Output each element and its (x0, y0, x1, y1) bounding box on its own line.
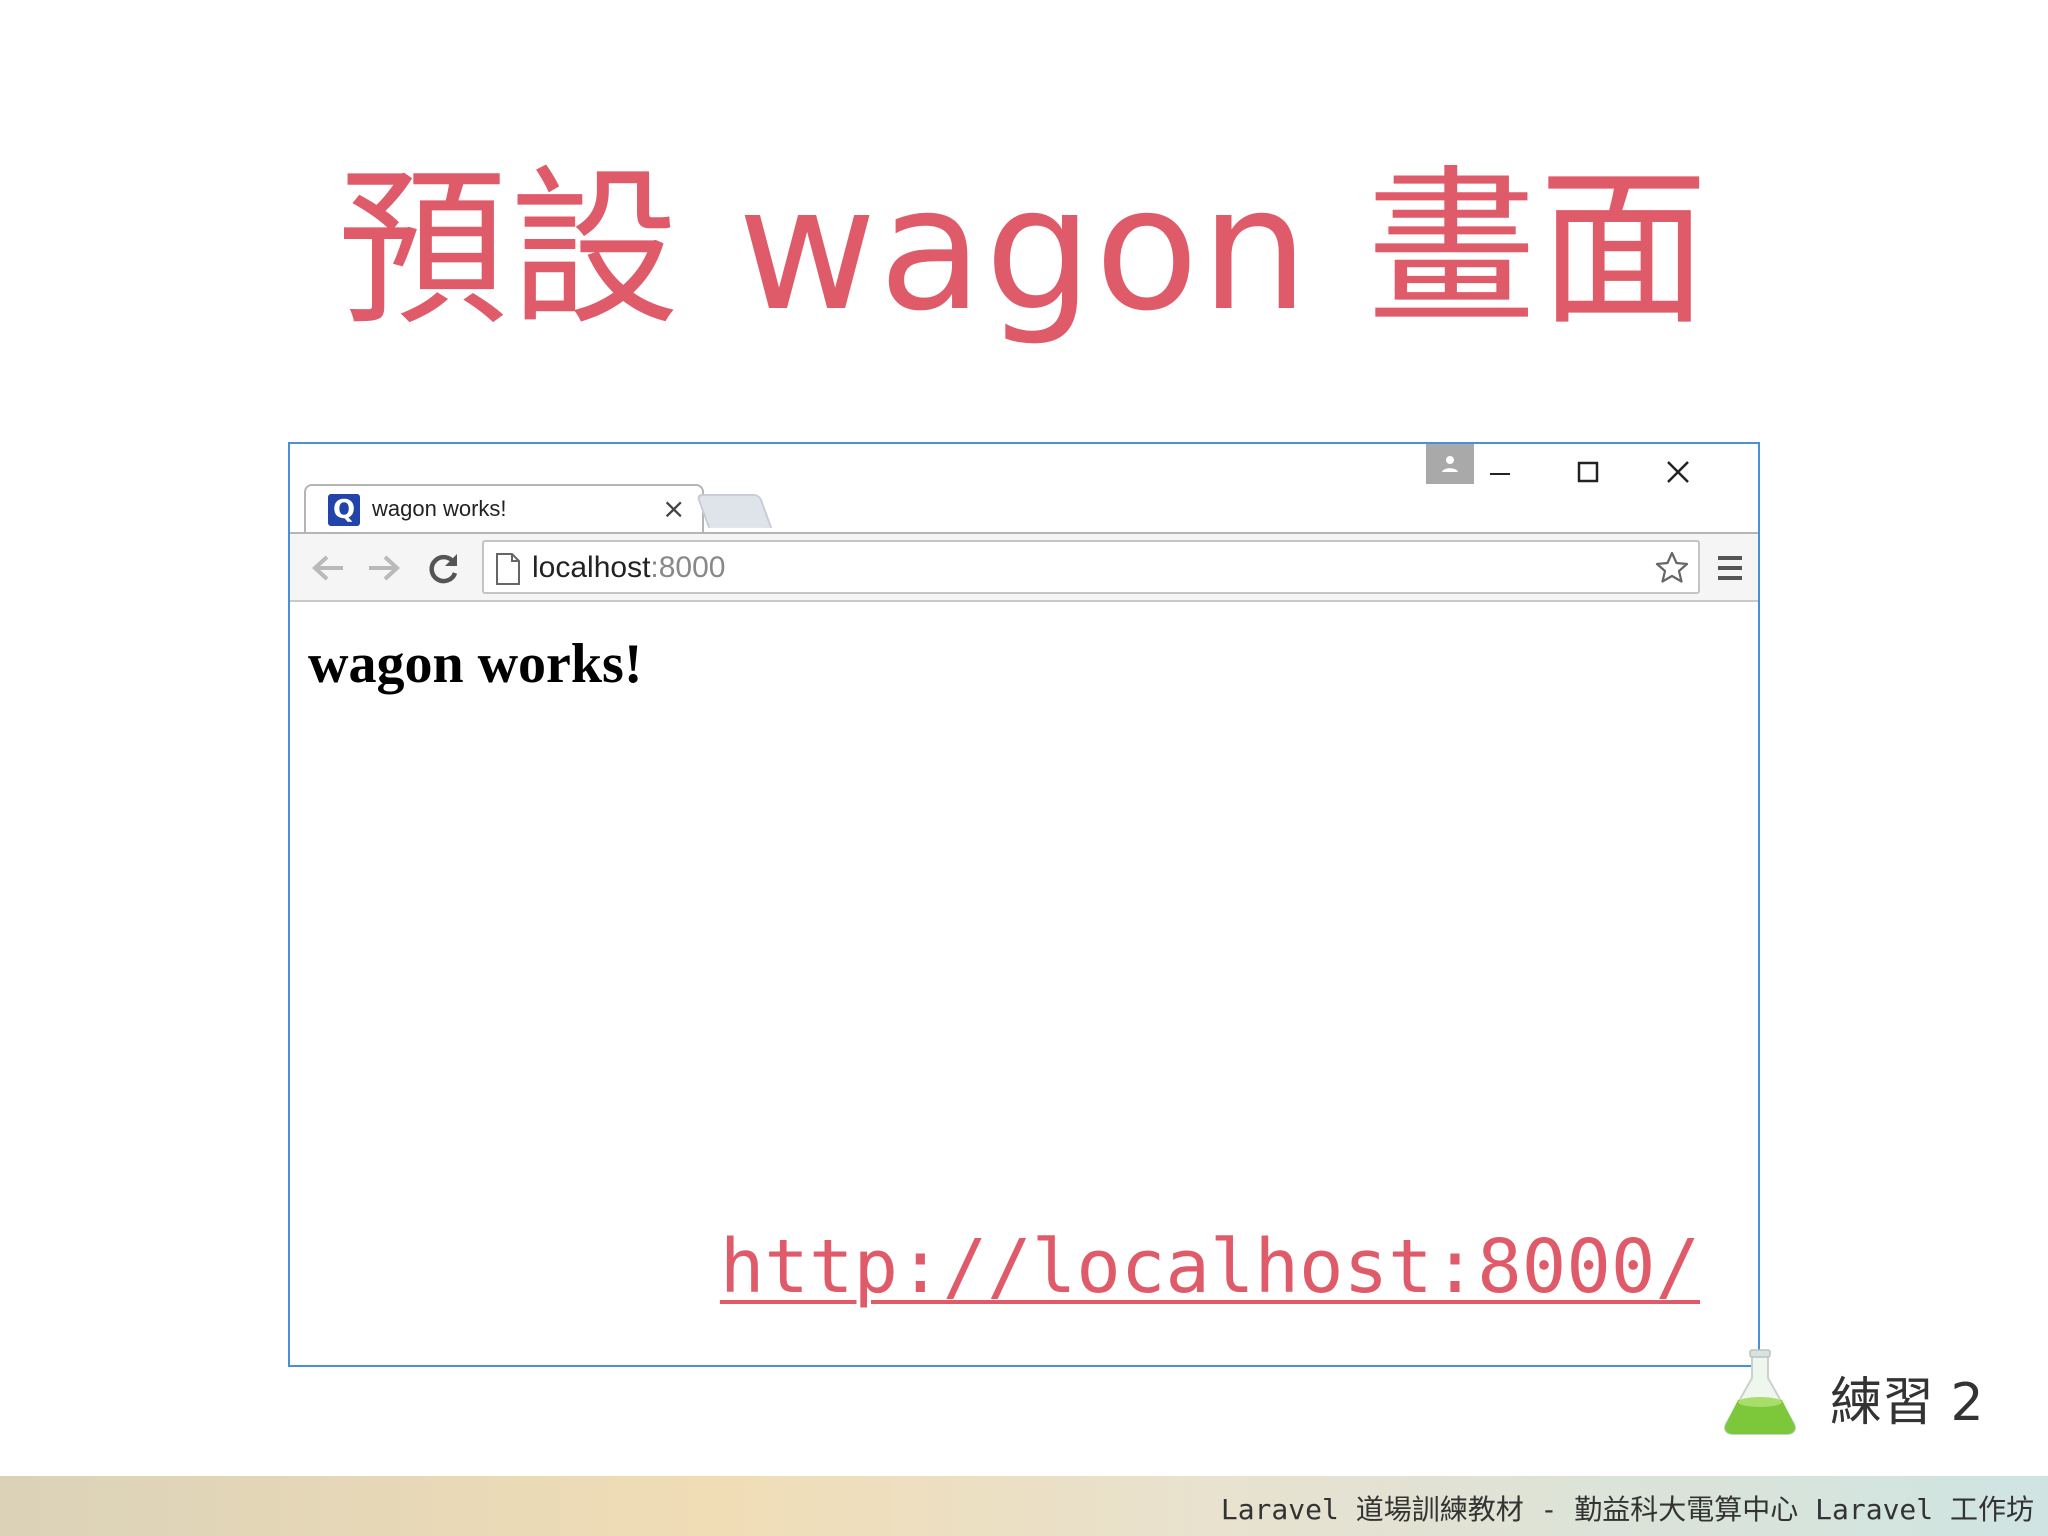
forward-arrow-icon[interactable] (360, 544, 408, 592)
exercise-label: 練習 2 (1830, 1373, 1984, 1433)
tab-title: wagon works! (372, 496, 507, 521)
profile-icon[interactable] (1426, 444, 1474, 484)
favicon-icon: Q (328, 494, 360, 526)
minimize-icon[interactable] (1470, 452, 1530, 492)
localhost-link[interactable]: http://localhost:8000/ (720, 1224, 1700, 1310)
bookmark-star-icon[interactable] (1654, 550, 1690, 586)
page-heading: wagon works! (308, 633, 643, 695)
url-port: :8000 (650, 551, 726, 584)
url-host: localhost (532, 551, 651, 584)
tab-wagon-works[interactable]: Q wagon works! × (304, 484, 704, 534)
tab-close-icon[interactable]: × (662, 492, 685, 525)
browser-titlebar: Q wagon works! × (290, 444, 1758, 534)
reload-icon[interactable] (420, 544, 468, 592)
footer-bar: Laravel 道場訓練教材 - 勤益科大電算中心 Laravel 工作坊 (0, 1476, 2048, 1536)
page-icon (496, 553, 520, 585)
back-arrow-icon[interactable] (304, 544, 352, 592)
maximize-icon[interactable] (1558, 452, 1618, 492)
flask-icon (1723, 1349, 1797, 1435)
footer-text: Laravel 道場訓練教材 - 勤益科大電算中心 Laravel 工作坊 (1220, 1493, 2034, 1526)
slide-title: 預設 wagon 畫面 (337, 151, 1711, 349)
close-window-icon[interactable] (1648, 452, 1708, 492)
menu-icon[interactable] (1710, 546, 1750, 590)
new-tab-button[interactable] (695, 494, 773, 528)
page-content: wagon works! http://localhost:8000/ (290, 602, 1758, 1365)
url-text: localhost:8000 (532, 551, 725, 585)
browser-window: Q wagon works! × localhost:8000 wagon wo… (288, 442, 1760, 1367)
browser-toolbar: localhost:8000 (290, 532, 1758, 602)
address-bar[interactable]: localhost:8000 (482, 540, 1700, 594)
exercise-badge: 練習 2 (1720, 1348, 2020, 1438)
